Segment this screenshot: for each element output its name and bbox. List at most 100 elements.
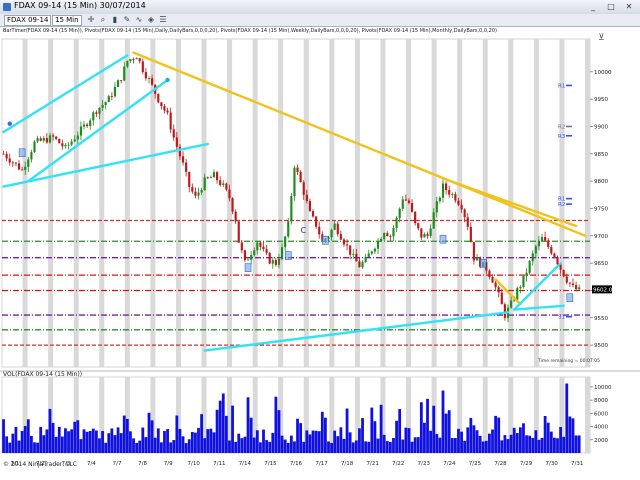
window-titlebar: FDAX 09-14 (15 Min) 30/07/2014 _ □ ✕ <box>0 0 640 15</box>
bar-type-icon[interactable]: ▮ <box>110 15 120 24</box>
candle-body <box>206 177 209 179</box>
candle-body <box>547 240 550 247</box>
volume-bar <box>169 442 173 453</box>
candle-body <box>2 153 5 155</box>
volume-bar <box>255 430 259 453</box>
volume-bar <box>385 441 389 453</box>
collapse-icon[interactable]: ⊻ <box>598 33 605 43</box>
volume-bar <box>488 433 491 453</box>
volume-bar <box>466 427 470 453</box>
volume-bar <box>30 435 33 453</box>
candle-body <box>129 59 132 61</box>
minimize-button[interactable]: _ <box>586 1 600 12</box>
candle-body <box>420 228 423 238</box>
crosshair-icon[interactable]: ✛ <box>86 15 96 24</box>
chart-toolbar: FDAX 09-14 15 Min ✛ ⌕ ▮ ✎ ∿ ◈ ☰ <box>0 14 640 27</box>
volume-bar <box>252 437 256 453</box>
candle-body <box>454 194 457 201</box>
volume-bar <box>370 407 374 453</box>
volume-bar <box>534 430 538 453</box>
volume-bar <box>190 431 194 453</box>
candle-body <box>488 270 491 277</box>
close-button[interactable]: ✕ <box>622 1 636 12</box>
candle-body <box>333 223 336 230</box>
session-band <box>227 39 233 367</box>
candle-body <box>466 217 469 227</box>
zoom-icon[interactable]: ⌕ <box>98 15 108 24</box>
candle-body <box>160 102 163 107</box>
volume-bar <box>494 415 498 453</box>
candle-body <box>445 183 448 190</box>
volume-bar <box>512 427 516 453</box>
volume-bar <box>342 438 346 453</box>
candle-body <box>451 194 454 195</box>
candle-body <box>234 211 237 222</box>
volume-bar <box>518 427 522 453</box>
properties-icon[interactable]: ☰ <box>158 15 168 24</box>
volume-bar <box>553 437 556 453</box>
candle-body <box>417 223 420 229</box>
volume-bar <box>91 428 95 453</box>
volume-bar <box>224 415 228 453</box>
volume-bar <box>42 435 46 453</box>
candle-body <box>141 61 144 73</box>
pivot-label: R2 <box>558 202 565 208</box>
session-band <box>354 39 360 367</box>
current-price-label: 9602.0 <box>593 287 613 293</box>
indicator-icon[interactable]: ∿ <box>134 15 144 24</box>
pivot-label: R2 <box>558 124 565 130</box>
volume-bar <box>453 438 457 453</box>
volume-bar <box>107 433 111 453</box>
volume-bar <box>395 420 398 453</box>
volume-bar <box>509 434 513 453</box>
volume-bar <box>79 439 83 453</box>
drawing-icon[interactable]: ✎ <box>122 15 132 24</box>
candle-body <box>58 138 61 144</box>
volume-bar <box>231 405 234 453</box>
candle-body <box>67 144 70 146</box>
volume-bar <box>60 436 64 453</box>
candle-body <box>284 236 287 248</box>
volume-bar <box>156 428 160 453</box>
volume-bar <box>333 430 337 453</box>
volume-bar <box>289 435 293 453</box>
swing-marker <box>18 148 26 158</box>
candle-body <box>510 300 513 308</box>
trendline-anchor <box>165 77 170 83</box>
chart-area[interactable]: 7/1 7/2 7/3 7/4 7/7 7/8 7/9 7/10 7/11 7/14 7/15 7/1… <box>0 27 640 480</box>
maximize-button[interactable]: □ <box>604 1 618 12</box>
volume-bar <box>122 415 126 453</box>
volume-bar <box>472 425 476 453</box>
candle-body <box>553 253 556 257</box>
date-tick-label: 7/24 <box>443 461 456 467</box>
candle-body <box>79 126 82 136</box>
interval-selector[interactable]: 15 Min <box>52 15 82 26</box>
volume-bar <box>503 435 507 453</box>
candle-body <box>55 136 58 139</box>
volume-bar <box>119 433 123 453</box>
candle-body <box>110 96 113 97</box>
strategy-icon[interactable]: ◈ <box>146 15 156 24</box>
candle-body <box>11 162 14 164</box>
chart-svg: 7/1 7/2 7/3 7/4 7/7 7/8 7/9 7/10 7/11 7/14 7/15 7/1… <box>0 27 640 480</box>
swing-marker <box>439 234 447 244</box>
bar-timer-text: Time remaining = 00:07:05 <box>537 358 600 364</box>
volume-bar <box>392 437 395 453</box>
volume-bar <box>17 440 21 453</box>
price-tick-label: 9550 <box>594 316 608 322</box>
session-band <box>585 377 590 453</box>
volume-bar <box>228 440 231 453</box>
candle-body <box>373 248 376 252</box>
volume-bar <box>515 433 519 453</box>
date-tick-label: 7/29 <box>520 461 533 467</box>
volume-bar <box>23 425 27 453</box>
volume-bar <box>330 442 333 453</box>
date-tick-label: 7/14 <box>239 461 252 467</box>
candle-body <box>503 304 506 318</box>
volume-bar <box>441 390 445 453</box>
volume-tick-label: 8000 <box>594 398 608 404</box>
volume-bar <box>262 429 265 453</box>
instrument-selector[interactable]: FDAX 09-14 <box>4 15 52 26</box>
volume-bar <box>308 434 312 453</box>
volume-bar <box>135 442 139 453</box>
